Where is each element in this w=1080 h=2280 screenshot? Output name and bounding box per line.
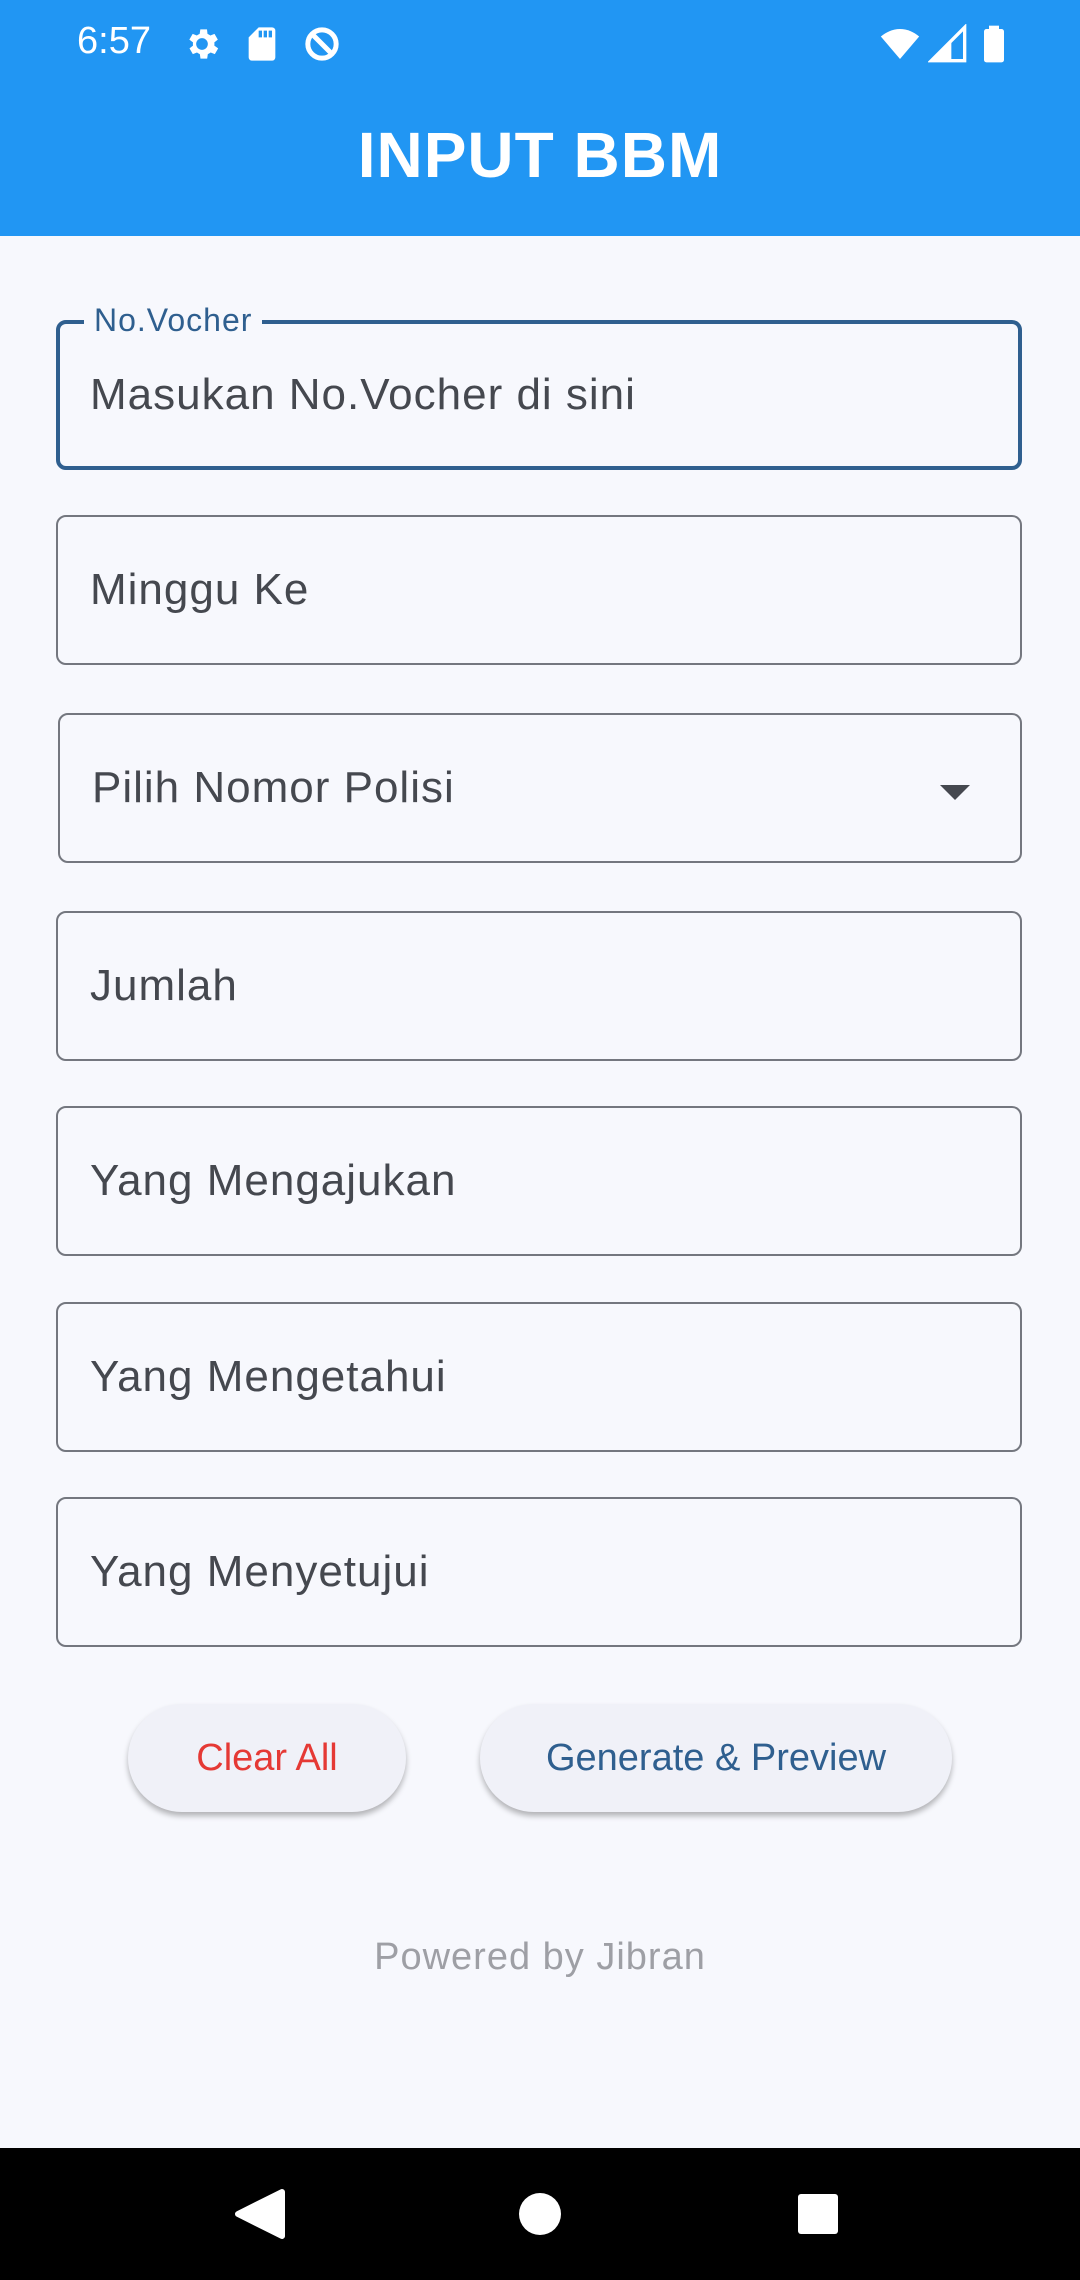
back-icon[interactable] — [194, 2148, 326, 2280]
gear-icon — [189, 29, 219, 59]
minggu-ke-field[interactable]: Minggu Ke — [56, 515, 1022, 665]
jumlah-field[interactable]: Jumlah — [56, 911, 1022, 1061]
dropdown-arrow-icon — [940, 785, 970, 800]
yang-mengajukan-field[interactable]: Yang Mengajukan — [56, 1106, 1022, 1256]
generate-preview-button[interactable]: Generate & Preview — [480, 1704, 952, 1812]
sd-card-icon — [248, 27, 276, 61]
nomor-polisi-selected: Pilih Nomor Polisi — [92, 763, 455, 812]
minggu-ke-placeholder: Minggu Ke — [90, 565, 310, 614]
status-time: 6:57 — [77, 20, 151, 62]
yang-menyetujui-placeholder: Yang Menyetujui — [90, 1547, 430, 1596]
yang-mengajukan-placeholder: Yang Mengajukan — [90, 1156, 457, 1205]
yang-menyetujui-field[interactable]: Yang Menyetujui — [56, 1497, 1022, 1647]
recents-icon[interactable] — [752, 2148, 884, 2280]
yang-mengetahui-field[interactable]: Yang Mengetahui — [56, 1302, 1022, 1452]
jumlah-placeholder: Jumlah — [90, 961, 238, 1010]
clear-all-button[interactable]: Clear All — [128, 1704, 406, 1812]
nomor-polisi-dropdown[interactable]: Pilih Nomor Polisi — [58, 713, 1022, 863]
wifi-icon — [880, 29, 920, 59]
no-vocher-field[interactable]: No.Vocher Masukan No.Vocher di sini — [56, 302, 1022, 470]
navigation-bar — [0, 2148, 1080, 2280]
page-title: INPUT BBM — [357, 119, 723, 191]
home-icon[interactable] — [474, 2148, 606, 2280]
status-bar: 6:57 — [0, 0, 1080, 88]
no-vocher-placeholder: Masukan No.Vocher di sini — [90, 370, 636, 419]
cell-signal-icon — [928, 24, 967, 63]
powered-by-text: Powered by Jibran — [374, 1936, 706, 1978]
app-bar: 6:57 INPUT BBM — [0, 0, 1080, 236]
battery-icon — [984, 25, 1004, 63]
data-saver-icon — [305, 27, 339, 61]
yang-mengetahui-placeholder: Yang Mengetahui — [90, 1352, 447, 1401]
